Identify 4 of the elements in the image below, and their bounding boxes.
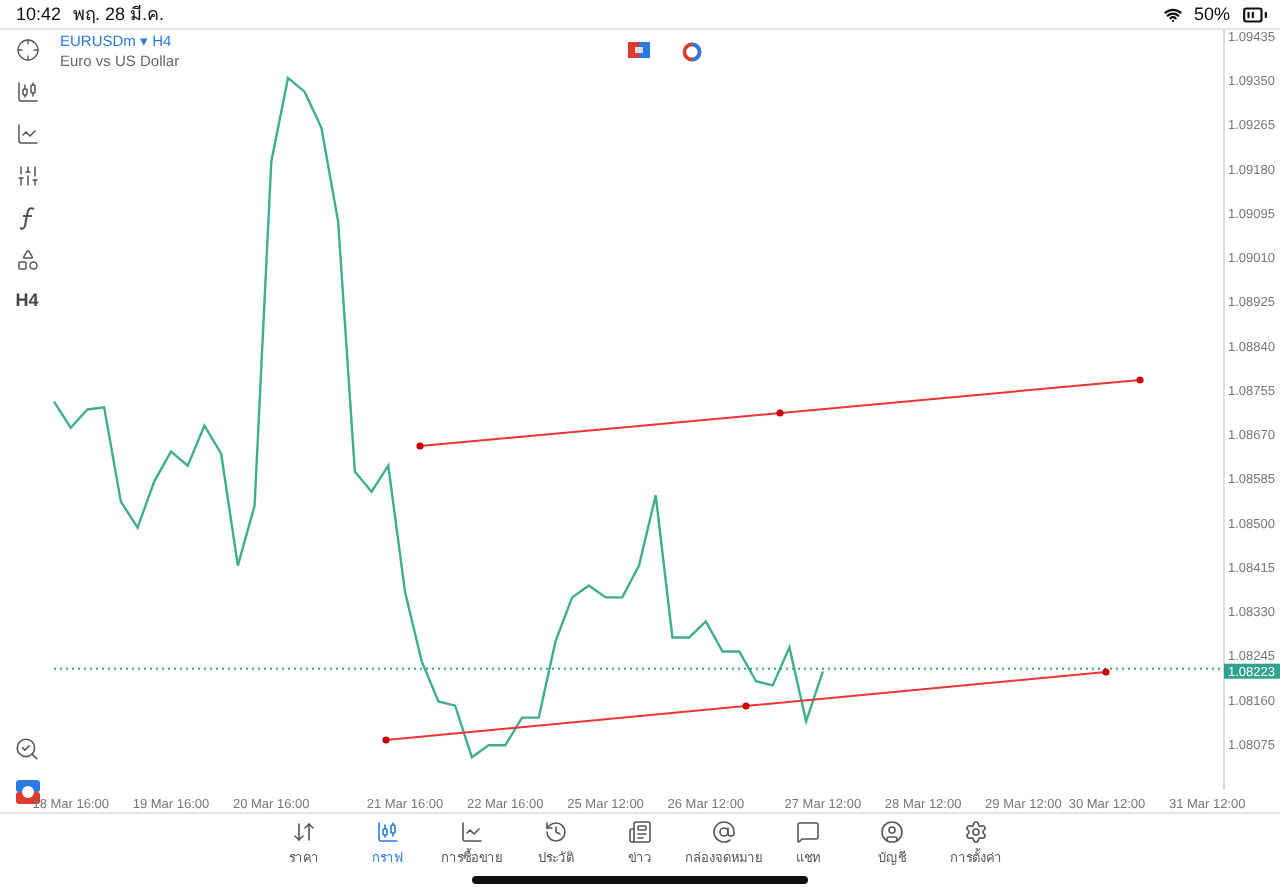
timeframe-button[interactable]: H4: [15, 290, 39, 310]
date-text: พฤ. 28 มี.ค.: [73, 2, 165, 28]
clock-time: 10:42: [16, 4, 62, 24]
battery-percent: 50%: [1193, 4, 1230, 24]
